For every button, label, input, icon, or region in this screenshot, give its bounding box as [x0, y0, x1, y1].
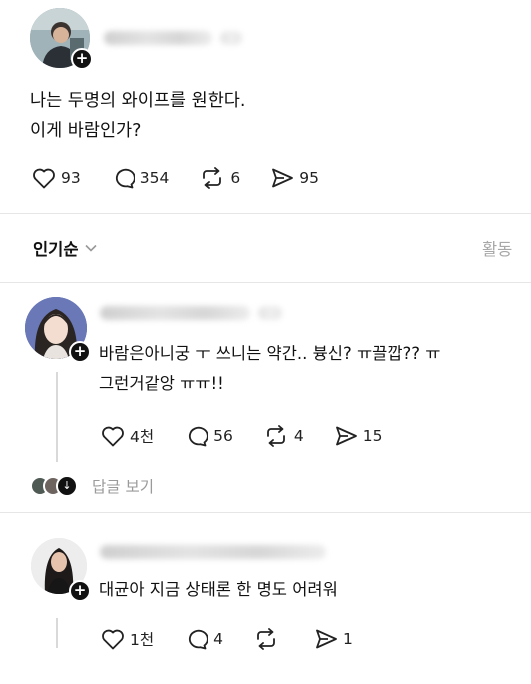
like-count: 93	[61, 169, 81, 187]
send-icon	[272, 168, 294, 188]
reply-username[interactable]	[100, 545, 326, 559]
reply-timestamp	[258, 306, 282, 320]
heart-icon	[102, 629, 124, 650]
thread-line	[56, 372, 58, 462]
activity-link[interactable]: 활동	[482, 236, 512, 260]
send-icon	[335, 426, 357, 446]
share-count: 95	[299, 169, 319, 187]
comment-button[interactable]: 4	[184, 628, 223, 650]
repost-button[interactable]: 4	[263, 425, 304, 447]
like-count: 4천	[130, 428, 155, 446]
divider	[0, 512, 531, 513]
share-button[interactable]: 95	[270, 167, 319, 189]
repost-count: 4	[293, 427, 304, 445]
repost-button[interactable]: 6	[199, 167, 240, 189]
follow-plus-icon[interactable]: +	[71, 48, 93, 70]
share-button[interactable]: 15	[334, 425, 383, 447]
post-text-line-1: 나는 두명의 와이프를 원한다.	[30, 91, 246, 111]
comment-count: 4	[213, 630, 223, 648]
comment-button[interactable]: 354	[111, 167, 170, 189]
comment-button[interactable]: 56	[184, 425, 233, 447]
post-timestamp	[220, 31, 242, 45]
arrow-down-icon: ↓	[56, 475, 78, 497]
heart-icon	[102, 426, 124, 447]
reply-text-line-1: 대균아 지금 상태론 한 명도 어려워	[99, 580, 338, 599]
post-text-line-2: 이게 바람인가?	[30, 121, 142, 141]
share-button[interactable]: 1	[314, 628, 353, 650]
heart-icon	[33, 168, 55, 189]
comment-count: 56	[213, 427, 233, 445]
repost-icon	[266, 425, 285, 447]
like-button[interactable]: 1천	[101, 628, 154, 650]
repost-icon	[203, 167, 222, 189]
share-count: 1	[343, 630, 353, 648]
like-count: 1천	[130, 631, 155, 649]
post-actions: 93 354 6 95	[32, 167, 349, 189]
like-button[interactable]: 4천	[101, 425, 154, 447]
view-replies-button[interactable]: ↓ 답글 보기	[30, 475, 154, 497]
reply-text-line-1: 바람은아니궁 ㅜ 쓰니는 약간.. 븅신? ㅠ끌깝?? ㅠ	[99, 344, 441, 363]
chevron-down-icon	[84, 244, 97, 252]
repost-count: 6	[230, 169, 241, 187]
follow-plus-icon[interactable]: +	[69, 580, 91, 602]
sort-label: 인기순	[33, 240, 79, 259]
sort-dropdown[interactable]: 인기순	[33, 236, 97, 260]
reply-actions: 1천 4 1	[101, 628, 383, 650]
repost-icon	[257, 628, 275, 650]
comment-count: 354	[139, 169, 170, 187]
divider	[0, 213, 531, 214]
reply-actions: 4천 56 4 15	[101, 425, 412, 447]
author-username[interactable]	[104, 31, 212, 45]
comment-bubble-icon	[189, 426, 209, 447]
reply-username[interactable]	[100, 306, 250, 320]
thread-line	[56, 618, 58, 648]
comment-bubble-icon	[115, 168, 135, 189]
reply-text-line-2: 그런거같앙 ㅠㅠ!!	[99, 374, 224, 393]
share-count: 15	[362, 427, 383, 445]
view-replies-label: 답글 보기	[92, 478, 154, 496]
divider	[0, 282, 531, 283]
follow-plus-icon[interactable]: +	[69, 341, 91, 363]
comment-bubble-icon	[189, 629, 209, 650]
send-icon	[316, 629, 337, 649]
like-button[interactable]: 93	[32, 167, 81, 189]
repost-button[interactable]	[253, 628, 284, 650]
